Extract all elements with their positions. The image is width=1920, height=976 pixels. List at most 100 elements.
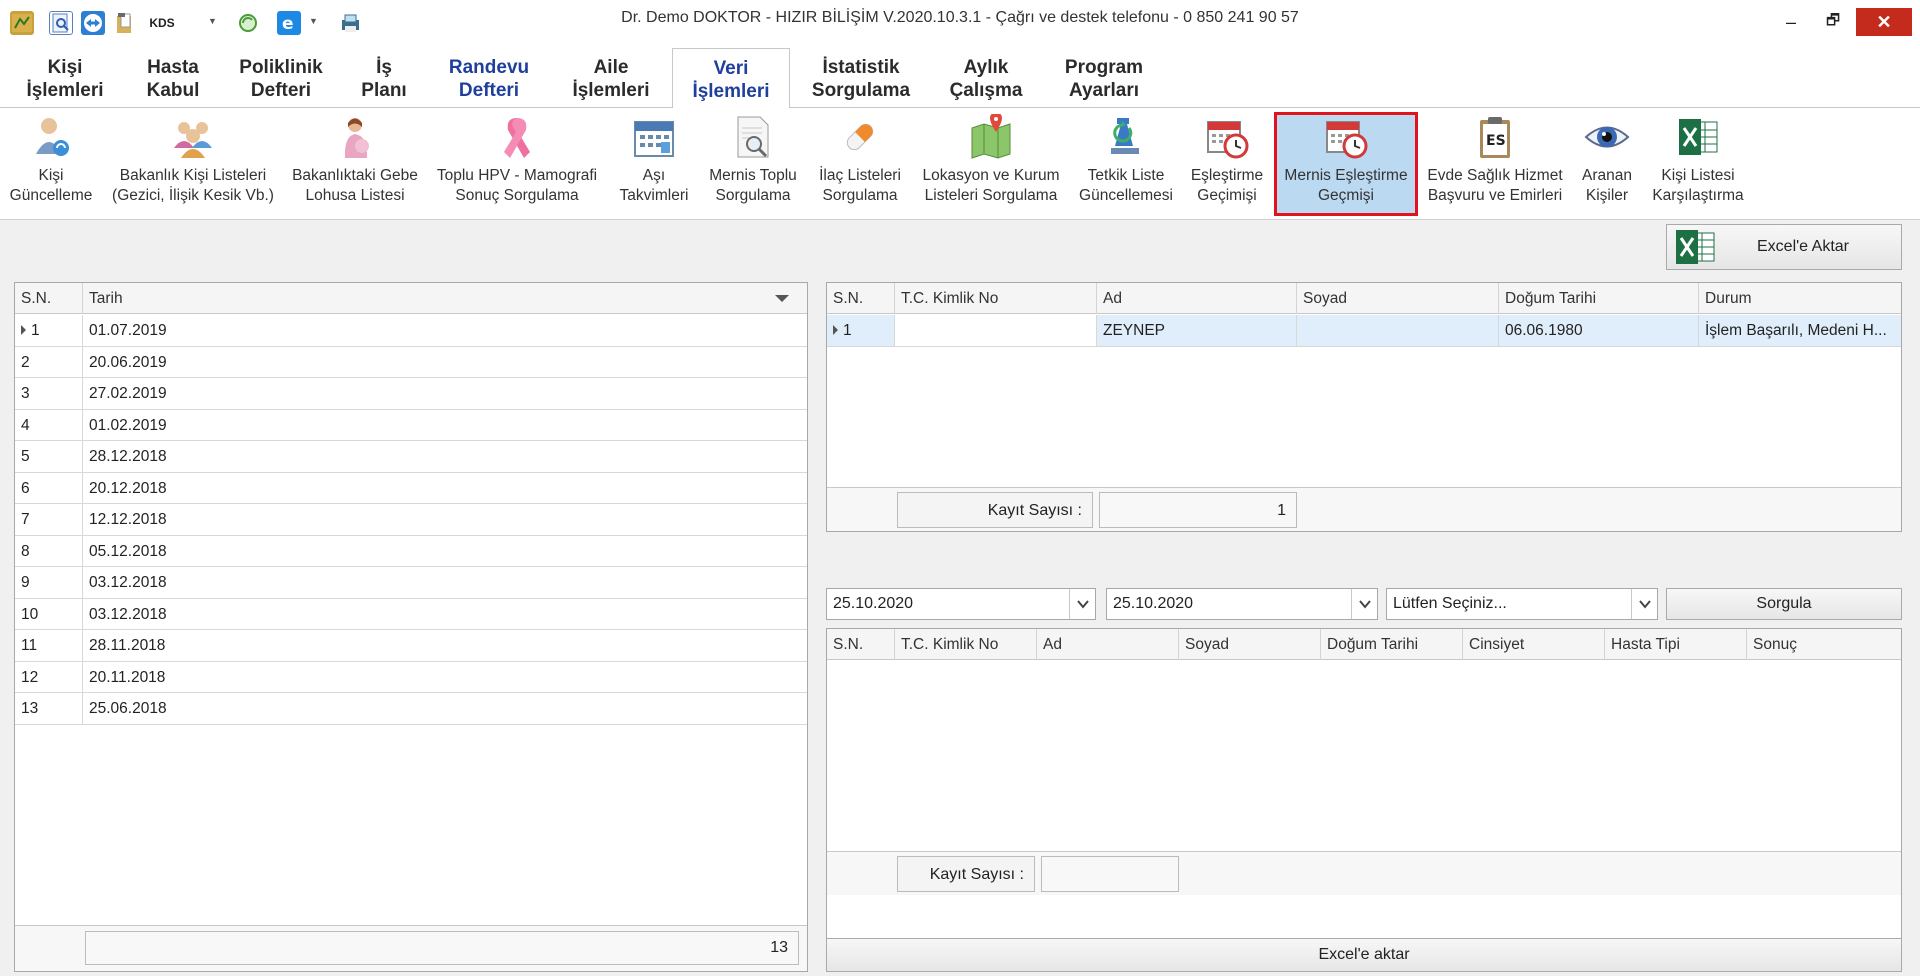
end-date-picker[interactable]: 25.10.2020 bbox=[1106, 588, 1378, 620]
chevron-down-icon[interactable] bbox=[1069, 589, 1095, 619]
cell-tarih[interactable]: 01.02.2019 bbox=[83, 410, 807, 441]
table-row[interactable]: 4 01.02.2019 bbox=[15, 409, 807, 441]
column-header-sn[interactable]: S.N. bbox=[827, 629, 895, 660]
tab-poliklinik-defteri[interactable]: Poliklinik Defteri bbox=[230, 48, 332, 108]
table-row[interactable]: 5 28.12.2018 bbox=[15, 441, 807, 473]
tab-veri-islemleri[interactable]: Veri İşlemleri bbox=[672, 48, 790, 109]
tab-label: Defteri bbox=[458, 80, 520, 101]
column-header-dogum-tarihi[interactable]: Doğum Tarihi bbox=[1321, 629, 1463, 660]
cell-tarih[interactable]: 12.12.2018 bbox=[83, 504, 807, 535]
tab-label: İşlemleri bbox=[26, 80, 104, 101]
chevron-down-icon[interactable] bbox=[1631, 589, 1657, 619]
cell-tarih[interactable]: 05.12.2018 bbox=[83, 536, 807, 567]
ribbon-mernis-eslestirme-gecmisi[interactable]: Mernis Eşleştirme Geçmişi bbox=[1274, 112, 1418, 216]
excel-export-button[interactable]: Excel'e Aktar bbox=[1666, 224, 1902, 270]
tab-aile-islemleri[interactable]: Aile İşlemleri bbox=[556, 48, 666, 108]
ribbon-ilac-listeleri[interactable]: İlaç Listeleri Sorgulama bbox=[810, 112, 910, 216]
restore-button[interactable]: 🗗 bbox=[1810, 8, 1856, 36]
tab-is-plani[interactable]: İş Planı bbox=[344, 48, 424, 108]
ribbon-label: Aranan bbox=[1582, 167, 1632, 184]
column-header-tc[interactable]: T.C. Kimlik No bbox=[895, 629, 1037, 660]
tab-randevu-defteri[interactable]: Randevu Defteri bbox=[436, 48, 542, 108]
ribbon-kisi-guncelleme[interactable]: Kişi Güncelleme bbox=[2, 112, 100, 216]
column-header-tarih[interactable]: Tarih bbox=[83, 283, 807, 314]
ribbon-tetkik-liste-guncellemesi[interactable]: Tetkik Liste Güncellemesi bbox=[1076, 112, 1176, 216]
cell-tarih[interactable]: 20.12.2018 bbox=[83, 473, 807, 504]
tab-label: Aile bbox=[593, 57, 629, 78]
table-row[interactable]: 12 20.11.2018 bbox=[15, 661, 807, 693]
cell-tarih[interactable]: 28.11.2018 bbox=[83, 630, 807, 661]
tab-aylik-calisma[interactable]: Aylık Çalışma bbox=[934, 48, 1038, 108]
cell-tarih[interactable]: 03.12.2018 bbox=[83, 567, 807, 598]
cell-tc[interactable] bbox=[895, 315, 1097, 346]
column-header-tc[interactable]: T.C. Kimlik No bbox=[895, 283, 1097, 314]
column-header-hasta-tipi[interactable]: Hasta Tipi bbox=[1605, 629, 1747, 660]
ribbon-asi-takvimleri[interactable]: Aşı Takvimleri bbox=[610, 112, 698, 216]
cell-tarih[interactable]: 27.02.2019 bbox=[83, 378, 807, 409]
column-header-soyad[interactable]: Soyad bbox=[1297, 283, 1499, 314]
chevron-down-icon[interactable] bbox=[1351, 589, 1377, 619]
table-row[interactable]: 1 01.07.2019 bbox=[15, 315, 807, 347]
column-header-dogum-tarihi[interactable]: Doğum Tarihi bbox=[1499, 283, 1699, 314]
ribbon-toplu-hpv-mamografi[interactable]: Toplu HPV - Mamografi Sonuç Sorgulama bbox=[432, 112, 602, 216]
cell-soyad[interactable] bbox=[1297, 315, 1499, 346]
table-row[interactable]: 6 20.12.2018 bbox=[15, 472, 807, 504]
cell-tarih[interactable]: 03.12.2018 bbox=[83, 599, 807, 630]
ribbon-bakanlik-kisi-listeleri[interactable]: Bakanlık Kişi Listeleri (Gezici, İlişik … bbox=[108, 112, 278, 216]
ribbon-label: Kişi bbox=[38, 167, 64, 184]
table-row[interactable]: 3 27.02.2019 bbox=[15, 378, 807, 410]
query-button[interactable]: Sorgula bbox=[1666, 588, 1902, 620]
table-row[interactable]: 1 ZEYNEP 06.06.1980 İşlem Başarılı, Mede… bbox=[827, 315, 1901, 347]
start-date-picker[interactable]: 25.10.2020 bbox=[826, 588, 1096, 620]
cell-dogum-tarihi[interactable]: 06.06.1980 bbox=[1499, 315, 1699, 346]
ribbon-toolbar: Kişi Güncelleme Bakanlık Kişi Listeleri … bbox=[0, 108, 1920, 220]
ribbon-evde-saglik-hizmet[interactable]: ES Evde Sağlık Hizmet Başvuru ve Emirler… bbox=[1422, 112, 1568, 216]
column-header-durum[interactable]: Durum bbox=[1699, 283, 1901, 314]
ribbon-lokasyon-kurum[interactable]: Lokasyon ve Kurum Listeleri Sorgulama bbox=[914, 112, 1068, 216]
ribbon-label: Sonuç Sorgulama bbox=[455, 187, 579, 204]
table-row[interactable]: 2 20.06.2019 bbox=[15, 346, 807, 378]
excel-export-bottom-button[interactable]: Excel'e aktar bbox=[826, 938, 1902, 972]
column-header-sn[interactable]: S.N. bbox=[827, 283, 895, 314]
column-header-ad[interactable]: Ad bbox=[1037, 629, 1179, 660]
record-count-value bbox=[1041, 856, 1179, 892]
ribbon-mernis-toplu-sorgulama[interactable]: Mernis Toplu Sorgulama bbox=[702, 112, 804, 216]
table-row[interactable]: 13 25.06.2018 bbox=[15, 693, 807, 725]
table-row[interactable]: 8 05.12.2018 bbox=[15, 535, 807, 567]
ribbon-eslestirme-gecimisi[interactable]: Eşleştirme Geçimişi bbox=[1184, 112, 1270, 216]
cell-sn-value: 6 bbox=[21, 479, 30, 497]
column-header-sn[interactable]: S.N. bbox=[15, 283, 83, 314]
main-menu: Kişi İşlemleri Hasta Kabul Poliklinik Defte… bbox=[0, 44, 1920, 109]
cell-tarih[interactable]: 25.06.2018 bbox=[83, 693, 807, 724]
column-header-soyad[interactable]: Soyad bbox=[1179, 629, 1321, 660]
table-row[interactable]: 7 12.12.2018 bbox=[15, 504, 807, 536]
row-indicator-icon bbox=[833, 325, 838, 335]
sort-dropdown-icon[interactable] bbox=[775, 295, 789, 302]
cell-durum[interactable]: İşlem Başarılı, Medeni H... bbox=[1699, 315, 1901, 346]
ribbon-label: Toplu HPV - Mamografi bbox=[436, 167, 598, 184]
excel-export-label: Excel'e Aktar bbox=[1757, 238, 1849, 255]
cell-ad[interactable]: ZEYNEP bbox=[1097, 315, 1297, 346]
tab-program-ayarlari[interactable]: Program Ayarları bbox=[1050, 48, 1158, 108]
ribbon-kisi-listesi-karsilastirma[interactable]: Kişi Listesi Karşılaştırma bbox=[1648, 112, 1748, 216]
ribbon-gebe-lohusa-listesi[interactable]: Bakanlıktaki Gebe Lohusa Listesi bbox=[286, 112, 424, 216]
table-row[interactable]: 11 28.11.2018 bbox=[15, 630, 807, 662]
cell-tarih[interactable]: 28.12.2018 bbox=[83, 441, 807, 472]
cell-tarih[interactable]: 01.07.2019 bbox=[83, 315, 807, 346]
column-header-sonuc[interactable]: Sonuç bbox=[1747, 629, 1901, 660]
minimize-button[interactable]: – bbox=[1768, 8, 1814, 36]
tab-istatistik-sorgulama[interactable]: İstatistik Sorgulama bbox=[800, 48, 922, 108]
tab-kisi-islemleri[interactable]: Kişi İşlemleri bbox=[14, 48, 116, 108]
table-row[interactable]: 9 03.12.2018 bbox=[15, 567, 807, 599]
column-header-cinsiyet[interactable]: Cinsiyet bbox=[1463, 629, 1605, 660]
cell-tarih[interactable]: 20.11.2018 bbox=[83, 662, 807, 693]
table-row[interactable]: 10 03.12.2018 bbox=[15, 598, 807, 630]
cell-tarih[interactable]: 20.06.2019 bbox=[83, 347, 807, 378]
ribbon-aranan-kisiler[interactable]: Aranan Kişiler bbox=[1572, 112, 1642, 216]
status-select[interactable]: Lütfen Seçiniz... bbox=[1386, 588, 1658, 620]
date-history-grid: S.N. Tarih 1 01.07.2019 2 20.06.2019 3 27.02.… bbox=[14, 282, 808, 972]
close-button[interactable]: ✕ bbox=[1856, 8, 1912, 36]
column-header-ad[interactable]: Ad bbox=[1097, 283, 1297, 314]
tab-hasta-kabul[interactable]: Hasta Kabul bbox=[128, 48, 218, 108]
ribbon-label: Mernis Toplu bbox=[709, 167, 797, 184]
